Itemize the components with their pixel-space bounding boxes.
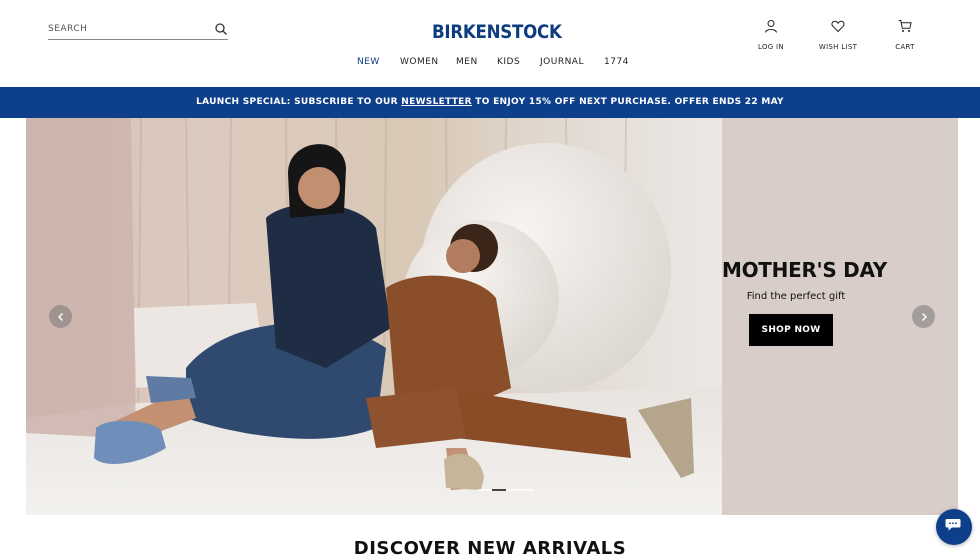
cart-icon <box>898 18 912 37</box>
search-icon[interactable] <box>214 21 228 35</box>
carousel-dot[interactable] <box>478 489 492 491</box>
promo-text-prefix: LAUNCH SPECIAL: SUBSCRIBE TO OUR <box>196 97 402 107</box>
newsletter-link[interactable]: NEWSLETTER <box>401 97 472 107</box>
carousel-dot-active[interactable] <box>492 489 506 491</box>
promo-text-suffix: TO ENJOY 15% OFF NEXT PURCHASE. OFFER EN… <box>471 97 784 107</box>
cart-link[interactable]: CART <box>875 18 935 51</box>
promo-banner: LAUNCH SPECIAL: SUBSCRIBE TO OUR NEWSLET… <box>0 87 980 118</box>
search-input[interactable] <box>48 20 208 38</box>
chevron-left-icon <box>56 307 66 326</box>
carousel-dot[interactable] <box>506 489 520 491</box>
nav-item-journal[interactable]: JOURNAL <box>540 57 584 67</box>
nav-item-women[interactable]: WOMEN <box>400 57 439 67</box>
site-header: BIRKENSTOCK LOG IN WISH LIST CART NEW WO… <box>0 0 980 87</box>
user-icon <box>764 18 778 37</box>
section-title: DISCOVER NEW ARRIVALS <box>353 538 627 559</box>
nav-item-new[interactable]: NEW <box>357 57 380 67</box>
main-nav: NEW WOMEN MEN KIDS JOURNAL 1774 <box>0 57 980 71</box>
hero-title: MOTHER'S DAY <box>722 258 887 282</box>
carousel-next-button[interactable] <box>912 305 935 328</box>
hero-image <box>26 118 722 515</box>
wishlist-link[interactable]: WISH LIST <box>808 18 868 51</box>
carousel-indicators <box>478 489 534 492</box>
heart-icon <box>831 18 845 37</box>
chat-bubble-icon <box>944 515 964 539</box>
cart-label: CART <box>895 43 915 51</box>
hero-subtitle: Find the perfect gift <box>746 291 846 302</box>
hero-carousel: MOTHER'S DAY Find the perfect gift SHOP … <box>26 118 958 515</box>
login-label: LOG IN <box>758 43 784 51</box>
chat-button[interactable] <box>936 509 972 545</box>
search-bar <box>48 20 228 40</box>
chevron-right-icon <box>919 307 929 326</box>
nav-item-men[interactable]: MEN <box>456 57 478 67</box>
nav-item-kids[interactable]: KIDS <box>497 57 520 67</box>
shop-now-button[interactable]: SHOP NOW <box>749 314 833 346</box>
wishlist-label: WISH LIST <box>818 43 858 51</box>
carousel-dot[interactable] <box>520 489 534 491</box>
brand-logo[interactable]: BIRKENSTOCK <box>432 22 562 44</box>
carousel-prev-button[interactable] <box>49 305 72 328</box>
login-link[interactable]: LOG IN <box>741 18 801 51</box>
nav-item-1774[interactable]: 1774 <box>604 57 629 67</box>
